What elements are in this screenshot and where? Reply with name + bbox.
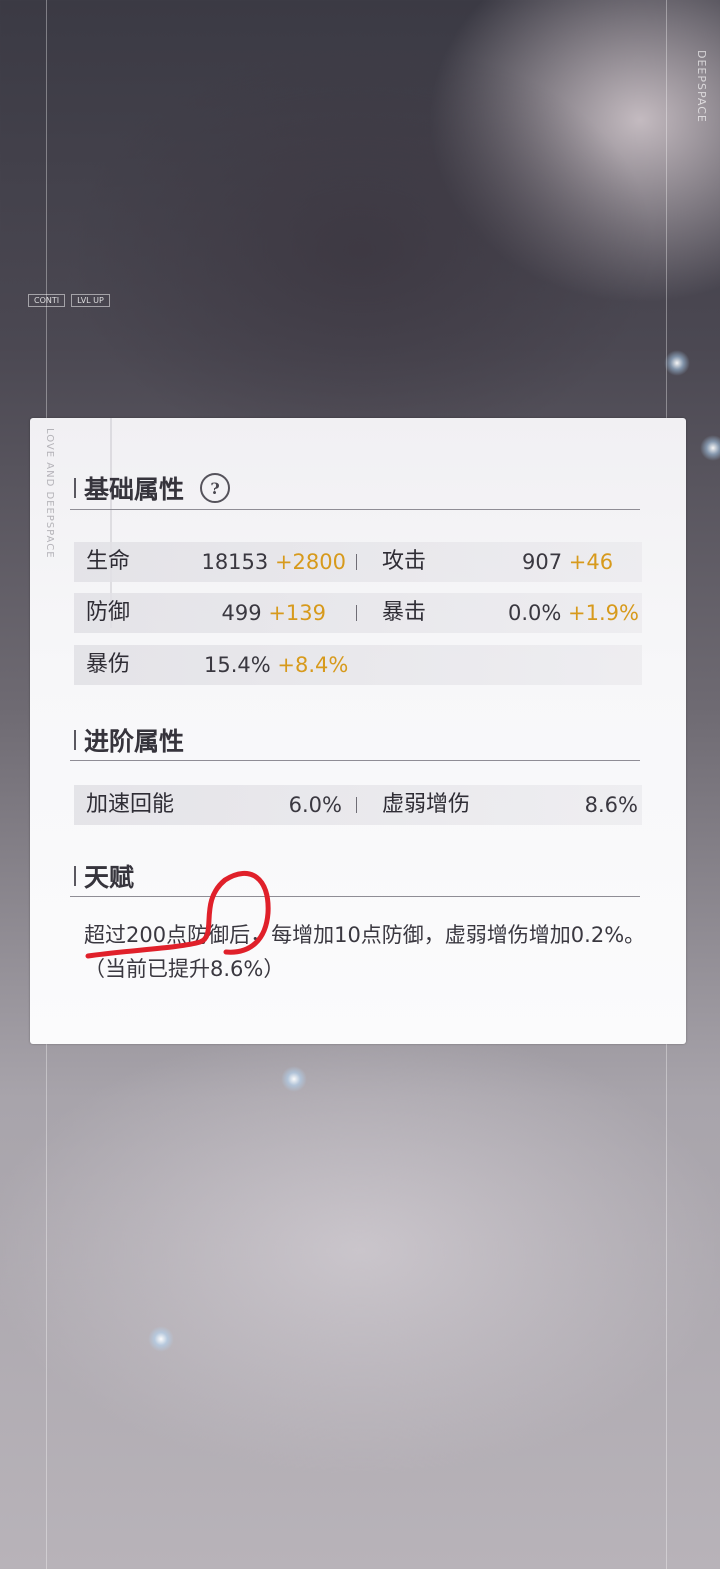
stat-divider — [356, 554, 357, 570]
stat-label: 生命 — [86, 549, 131, 574]
stat-hp: 生命 18153 +2800 — [86, 542, 346, 582]
light-sparkle — [664, 350, 690, 376]
help-icon[interactable]: ? — [200, 473, 231, 503]
section-divider — [70, 896, 640, 897]
basic-attributes-label: 基础属性 — [84, 475, 185, 504]
talent-title: 天赋 — [74, 858, 134, 894]
stat-value: 907 +46 — [522, 550, 614, 574]
light-sparkle — [281, 1066, 307, 1092]
attributes-panel: LOVE AND DEEPSPACE 基础属性 ? 生命 18153 +2800… — [30, 418, 686, 1044]
light-sparkle — [148, 1326, 174, 1352]
hud-overlay: CONTI LVL UP — [28, 276, 188, 315]
stat-energy-recharge: 加速回能 6.0% — [86, 785, 342, 825]
stat-label: 防御 — [86, 600, 131, 625]
talent-label: 天赋 — [84, 863, 135, 892]
stat-value: 499 +139 — [221, 601, 326, 625]
title-bar — [74, 866, 76, 886]
talent-description: 超过200点防御后，每增加10点防御，虚弱增伤增加0.2%。（当前已提升8.6%… — [84, 923, 646, 981]
stat-value: 15.4% +8.4% — [204, 653, 349, 677]
stat-row: 防御 499 +139 暴击 0.0% +1.9% — [74, 593, 642, 633]
stat-weakness-damage: 虚弱增伤 8.6% — [382, 785, 638, 825]
advanced-attributes-title: 进阶属性 — [74, 722, 184, 758]
light-sparkle — [700, 435, 720, 461]
title-bar — [74, 730, 76, 750]
stat-label: 暴伤 — [86, 652, 131, 677]
hud-tag-left: CONTI — [28, 294, 66, 307]
stat-label: 攻击 — [382, 549, 427, 574]
hud-tag-right: LVL UP — [71, 294, 110, 307]
stat-row: 加速回能 6.0% 虚弱增伤 8.6% — [74, 785, 642, 825]
stat-value: 6.0% — [288, 793, 342, 817]
stat-divider — [356, 605, 357, 621]
stat-value: 8.6% — [584, 793, 638, 817]
stat-value: 18153 +2800 — [201, 550, 346, 574]
stat-attack: 攻击 907 +46 — [382, 542, 616, 582]
brand-vertical: DEEPSPACE — [695, 50, 708, 123]
stat-label: 暴击 — [382, 600, 427, 625]
stat-crit-damage: 暴伤 15.4% +8.4% — [86, 645, 349, 685]
stat-row: 生命 18153 +2800 攻击 907 +46 — [74, 542, 642, 582]
stat-value: 0.0% +1.9% — [508, 601, 639, 625]
stat-row: 暴伤 15.4% +8.4% — [74, 645, 642, 685]
stat-label: 加速回能 — [86, 792, 175, 817]
stat-label: 虚弱增伤 — [382, 792, 471, 817]
stat-defense: 防御 499 +139 — [86, 593, 326, 633]
section-divider — [70, 509, 640, 510]
advanced-attributes-label: 进阶属性 — [84, 727, 185, 756]
panel-decoration-text: LOVE AND DEEPSPACE — [44, 428, 55, 559]
section-divider — [70, 760, 640, 761]
stat-divider — [356, 797, 357, 813]
stat-crit-rate: 暴击 0.0% +1.9% — [382, 593, 642, 633]
title-bar — [74, 478, 76, 498]
basic-attributes-title: 基础属性 ? — [74, 470, 231, 506]
